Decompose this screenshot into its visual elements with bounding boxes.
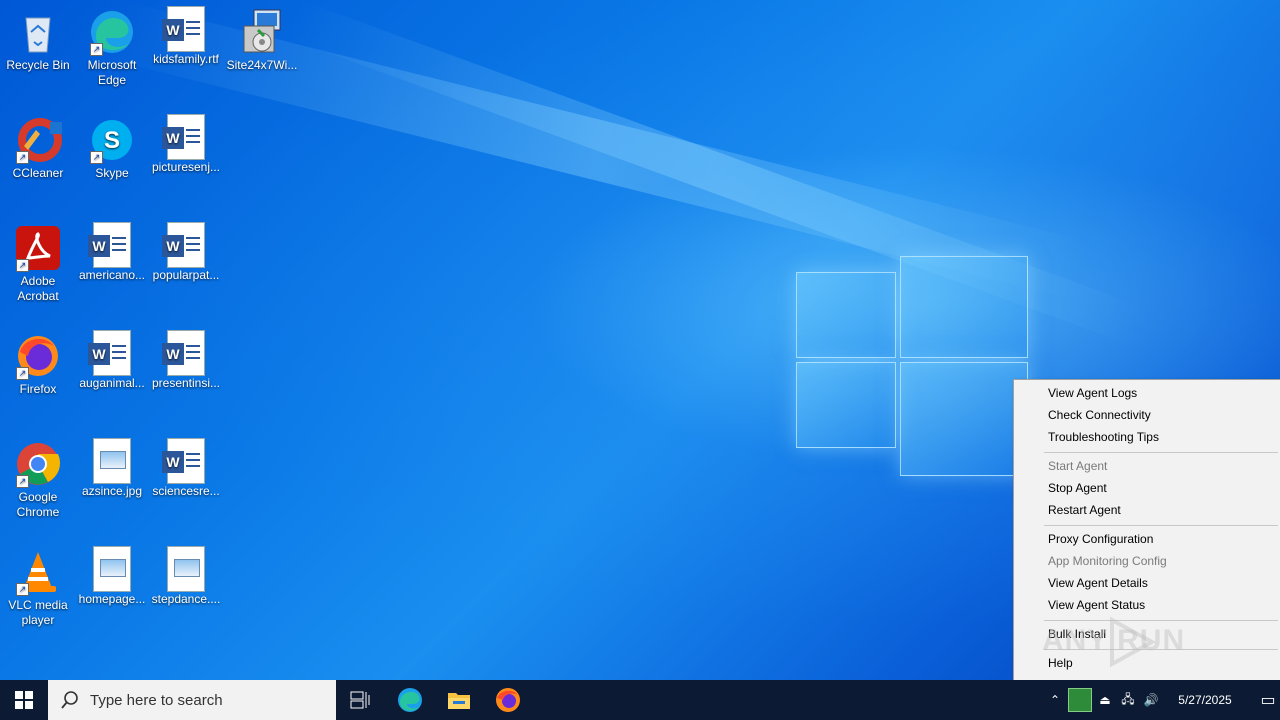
desktop-icon-azsince[interactable]: azsince.jpg (74, 436, 150, 499)
word-doc-icon: W (162, 6, 205, 52)
desktop-icon-sciencesre[interactable]: W sciencesre... (148, 436, 224, 499)
icon-label: Skype (95, 166, 129, 180)
search-placeholder: Type here to search (90, 691, 223, 709)
menu-item-view-agent-details[interactable]: View Agent Details (1048, 573, 1148, 593)
installer-icon (238, 8, 286, 56)
image-file-icon (167, 546, 205, 592)
word-doc-icon: W (162, 114, 205, 160)
icon-label: popularpat... (152, 268, 220, 282)
icon-label: auganimal... (79, 376, 145, 390)
desktop-icon-skype[interactable]: S ↗ Skype (74, 112, 150, 181)
desktop-icon-adobe-acrobat[interactable]: ↗ Adobe Acrobat (0, 220, 76, 304)
network-icon[interactable]: 🖧 (1116, 690, 1140, 711)
firefox-icon (496, 688, 520, 712)
desktop-icon-popularpat[interactable]: W popularpat... (148, 220, 224, 283)
icon-label: homepage... (78, 592, 146, 606)
usb-device-icon[interactable]: ⏏ (1094, 693, 1116, 707)
task-view-button[interactable] (336, 680, 384, 720)
menu-item-view-agent-logs[interactable]: View Agent Logs (1048, 383, 1137, 403)
volume-icon[interactable]: 🔊 (1140, 693, 1162, 707)
vlc-icon: ↗ (14, 548, 62, 596)
desktop-icon-stepdance[interactable]: stepdance.... (148, 544, 224, 607)
desktop-icon-google-chrome[interactable]: ↗ Google Chrome (0, 436, 76, 520)
search-icon (61, 691, 78, 709)
icon-label: Adobe Acrobat (17, 274, 59, 303)
icon-label: americano... (78, 268, 146, 282)
word-doc-icon: W (88, 330, 131, 376)
acrobat-icon: ↗ (14, 224, 62, 272)
skype-icon: S ↗ (88, 116, 136, 164)
desktop-icon-ccleaner[interactable]: ↗ CCleaner (0, 112, 76, 181)
icon-label: sciencesre... (152, 484, 220, 498)
icon-label: Firefox (19, 382, 57, 396)
svg-text:S: S (104, 127, 120, 154)
site24x7-tray-icon[interactable] (1068, 688, 1092, 712)
icon-label: Recycle Bin (6, 58, 70, 72)
icon-label: CCleaner (12, 166, 64, 180)
desktop-icon-picturesenj[interactable]: W picturesenj... (148, 112, 224, 175)
word-doc-icon: W (162, 222, 205, 268)
taskbar-edge-button[interactable] (386, 680, 434, 720)
taskbar-file-explorer-button[interactable] (435, 680, 483, 720)
chrome-icon: ↗ (14, 440, 62, 488)
system-tray: ⌃ ⏏ 🖧 🔊 5/27/2025 ▭ (1044, 680, 1280, 720)
icon-label: Site24x7Wi... (226, 58, 298, 72)
ccleaner-icon: ↗ (14, 116, 62, 164)
desktop-icon-presentinsi[interactable]: W presentinsi... (148, 328, 224, 391)
desktop-icon-firefox[interactable]: ↗ Firefox (0, 328, 76, 397)
desktop-icon-microsoft-edge[interactable]: ↗ Microsoft Edge (74, 4, 150, 88)
icon-label: presentinsi... (151, 376, 221, 390)
icon-label: stepdance.... (151, 592, 221, 606)
recycle-bin-icon (14, 8, 62, 56)
menu-item-troubleshooting-tips[interactable]: Troubleshooting Tips (1048, 427, 1159, 447)
desktop-icon-americano[interactable]: W americano... (74, 220, 150, 283)
start-button[interactable] (0, 680, 48, 720)
show-hidden-icons-chevron-icon[interactable]: ⌃ (1044, 693, 1066, 707)
menu-item-proxy-configuration[interactable]: Proxy Configuration (1048, 529, 1153, 549)
icon-label: picturesenj... (151, 160, 221, 174)
menu-separator (1044, 452, 1278, 453)
word-doc-icon: W (88, 222, 131, 268)
task-view-icon (350, 691, 370, 709)
desktop-icon-site24x7-installer[interactable]: Site24x7Wi... (224, 4, 300, 73)
menu-item-restart-agent[interactable]: Restart Agent (1048, 500, 1121, 520)
desktop-icon-kidsfamily[interactable]: W kidsfamily.rtf (148, 4, 224, 67)
clock-date[interactable]: 5/27/2025 (1170, 693, 1240, 707)
desktop-icon-homepage[interactable]: homepage... (74, 544, 150, 607)
windows-logo-wallpaper (796, 242, 1028, 478)
notification-center-icon[interactable]: ▭ (1248, 690, 1280, 710)
taskbar-search-box[interactable]: Type here to search (48, 680, 336, 720)
anyrun-watermark: ANY RUN (1042, 614, 1242, 670)
menu-item-start-agent: Start Agent (1048, 459, 1108, 473)
icon-label: azsince.jpg (81, 484, 143, 498)
firefox-icon: ↗ (14, 332, 62, 380)
edge-icon (398, 688, 422, 712)
desktop-icon-recycle-bin[interactable]: Recycle Bin (0, 4, 76, 73)
icon-label: Google Chrome (16, 490, 60, 519)
desktop-icon-vlc[interactable]: ↗ VLC media player (0, 544, 76, 628)
image-file-icon (93, 546, 131, 592)
menu-item-view-agent-status[interactable]: View Agent Status (1048, 595, 1145, 615)
icon-label: VLC media player (8, 598, 68, 627)
menu-item-check-connectivity[interactable]: Check Connectivity (1048, 405, 1151, 425)
menu-item-stop-agent[interactable]: Stop Agent (1048, 478, 1107, 498)
menu-separator (1044, 525, 1278, 526)
taskbar-firefox-button[interactable] (484, 680, 532, 720)
icon-label: kidsfamily.rtf (153, 52, 219, 66)
image-file-icon (93, 438, 131, 484)
edge-icon: ↗ (88, 8, 136, 56)
menu-item-app-monitoring-config: App Monitoring Config (1048, 554, 1167, 568)
word-doc-icon: W (162, 438, 205, 484)
file-explorer-icon (448, 693, 470, 709)
icon-label: Microsoft Edge (87, 58, 137, 87)
windows-start-icon (15, 691, 33, 709)
desktop-icon-auganimal[interactable]: W auganimal... (74, 328, 150, 391)
word-doc-icon: W (162, 330, 205, 376)
